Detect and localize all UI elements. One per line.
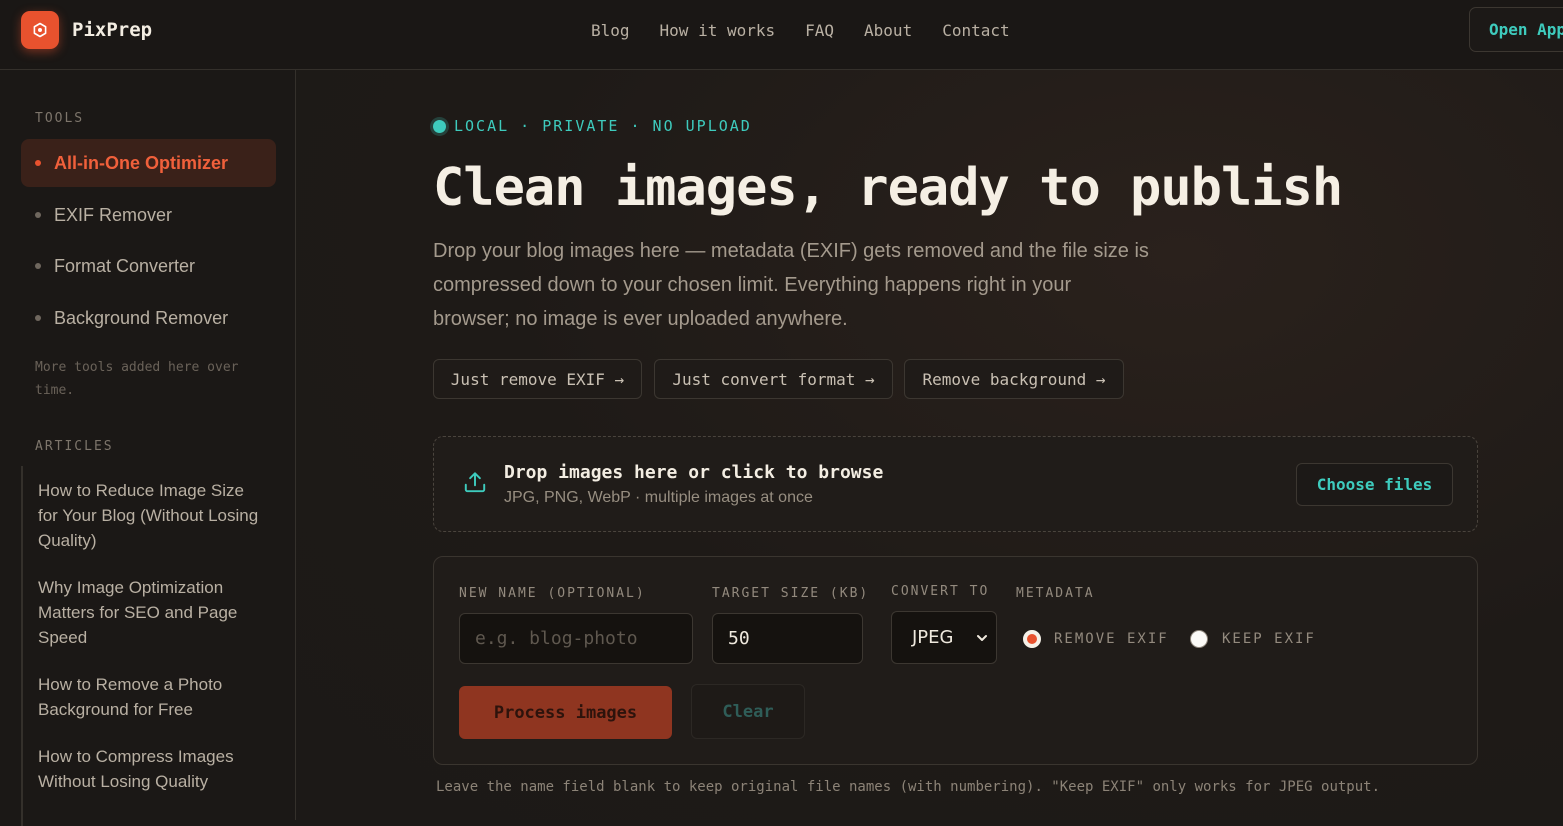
bullet-icon bbox=[35, 263, 41, 269]
format-select-value: JPEG bbox=[912, 627, 954, 648]
nav-contact[interactable]: Contact bbox=[942, 21, 1009, 40]
brand-name[interactable]: PixPrep bbox=[72, 19, 152, 41]
sidebar-item-label: Format Converter bbox=[54, 255, 196, 276]
quick-link-remove-background[interactable]: Remove background → bbox=[904, 359, 1124, 399]
bullet-icon bbox=[35, 212, 41, 218]
quick-link-convert-format[interactable]: Just convert format → bbox=[654, 359, 893, 399]
sidebar: TOOLS All-in-One Optimizer EXIF Remover … bbox=[0, 70, 296, 826]
bullet-icon bbox=[35, 315, 41, 321]
articles-list: How to Reduce Image Size for Your Blog (… bbox=[21, 466, 261, 826]
target-size-input[interactable] bbox=[712, 613, 863, 664]
sidebar-item-label: Background Remover bbox=[54, 307, 229, 328]
remove-exif-radio[interactable] bbox=[1023, 630, 1041, 648]
name-field-label: NEW NAME (OPTIONAL) bbox=[459, 586, 646, 601]
target-size-label: TARGET SIZE (KB) bbox=[712, 586, 870, 601]
main-nav: Blog How it works FAQ About Contact bbox=[591, 21, 1010, 40]
keep-exif-radio[interactable] bbox=[1190, 630, 1208, 648]
format-select[interactable]: JPEG bbox=[891, 611, 997, 664]
article-link-remove-background[interactable]: How to Remove a Photo Background for Fre… bbox=[38, 672, 263, 722]
privacy-badge: LOCAL · PRIVATE · NO UPLOAD bbox=[433, 117, 752, 135]
keep-exif-label[interactable]: KEEP EXIF bbox=[1222, 631, 1316, 647]
sidebar-item-format-converter[interactable]: Format Converter bbox=[21, 242, 276, 290]
dropzone-subtitle: JPG, PNG, WebP · multiple images at once bbox=[504, 489, 813, 506]
form-footnote: Leave the name field blank to keep origi… bbox=[436, 779, 1381, 795]
convert-to-label: CONVERT TO bbox=[891, 584, 990, 599]
bullet-icon bbox=[35, 160, 41, 166]
logo-icon[interactable] bbox=[21, 11, 59, 49]
choose-files-button[interactable]: Choose files bbox=[1296, 463, 1453, 506]
top-bar: PixPrep Blog How it works FAQ About Cont… bbox=[0, 0, 1563, 70]
quick-link-remove-exif[interactable]: Just remove EXIF → bbox=[433, 359, 642, 399]
sidebar-item-label: All-in-One Optimizer bbox=[54, 152, 229, 173]
article-link-image-optimization-seo[interactable]: Why Image Optimization Matters for SEO a… bbox=[38, 575, 263, 650]
articles-heading: ARTICLES bbox=[35, 439, 114, 454]
main-content: LOCAL · PRIVATE · NO UPLOAD Clean images… bbox=[296, 70, 1563, 820]
process-images-button[interactable]: Process images bbox=[459, 686, 672, 739]
dropzone-title: Drop images here or click to browse bbox=[504, 462, 884, 483]
clear-button[interactable]: Clear bbox=[691, 684, 805, 739]
nav-about[interactable]: About bbox=[864, 21, 912, 40]
remove-exif-label[interactable]: REMOVE EXIF bbox=[1054, 631, 1169, 647]
privacy-badge-text: LOCAL · PRIVATE · NO UPLOAD bbox=[454, 117, 752, 135]
upload-icon bbox=[464, 472, 486, 493]
sidebar-item-exif-remover[interactable]: EXIF Remover bbox=[21, 191, 276, 239]
more-tools-note: More tools added here over time. bbox=[35, 360, 239, 398]
metadata-label: METADATA bbox=[1016, 586, 1095, 601]
page-title: Clean images, ready to publish bbox=[433, 158, 1343, 218]
sidebar-item-background-remover[interactable]: Background Remover bbox=[21, 294, 276, 342]
sidebar-item-all-in-one-optimizer[interactable]: All-in-One Optimizer bbox=[21, 139, 276, 187]
image-dropzone[interactable]: Drop images here or click to browse JPG,… bbox=[433, 436, 1478, 532]
tools-heading: TOOLS bbox=[35, 111, 85, 126]
nav-blog[interactable]: Blog bbox=[591, 21, 630, 40]
status-dot-icon bbox=[433, 119, 446, 133]
chevron-down-icon bbox=[977, 635, 987, 641]
nav-how-it-works[interactable]: How it works bbox=[660, 21, 776, 40]
intro-text: Drop your blog images here — metadata (E… bbox=[433, 240, 1149, 330]
nav-faq[interactable]: FAQ bbox=[805, 21, 834, 40]
open-app-button[interactable]: Open App bbox=[1469, 7, 1563, 52]
article-link-reduce-image-size[interactable]: How to Reduce Image Size for Your Blog (… bbox=[38, 478, 263, 553]
sidebar-item-label: EXIF Remover bbox=[54, 204, 173, 225]
new-name-input[interactable] bbox=[459, 613, 693, 664]
options-panel: NEW NAME (OPTIONAL) TARGET SIZE (KB) CON… bbox=[433, 556, 1478, 765]
article-link-compress-images[interactable]: How to Compress Images Without Losing Qu… bbox=[38, 744, 263, 794]
